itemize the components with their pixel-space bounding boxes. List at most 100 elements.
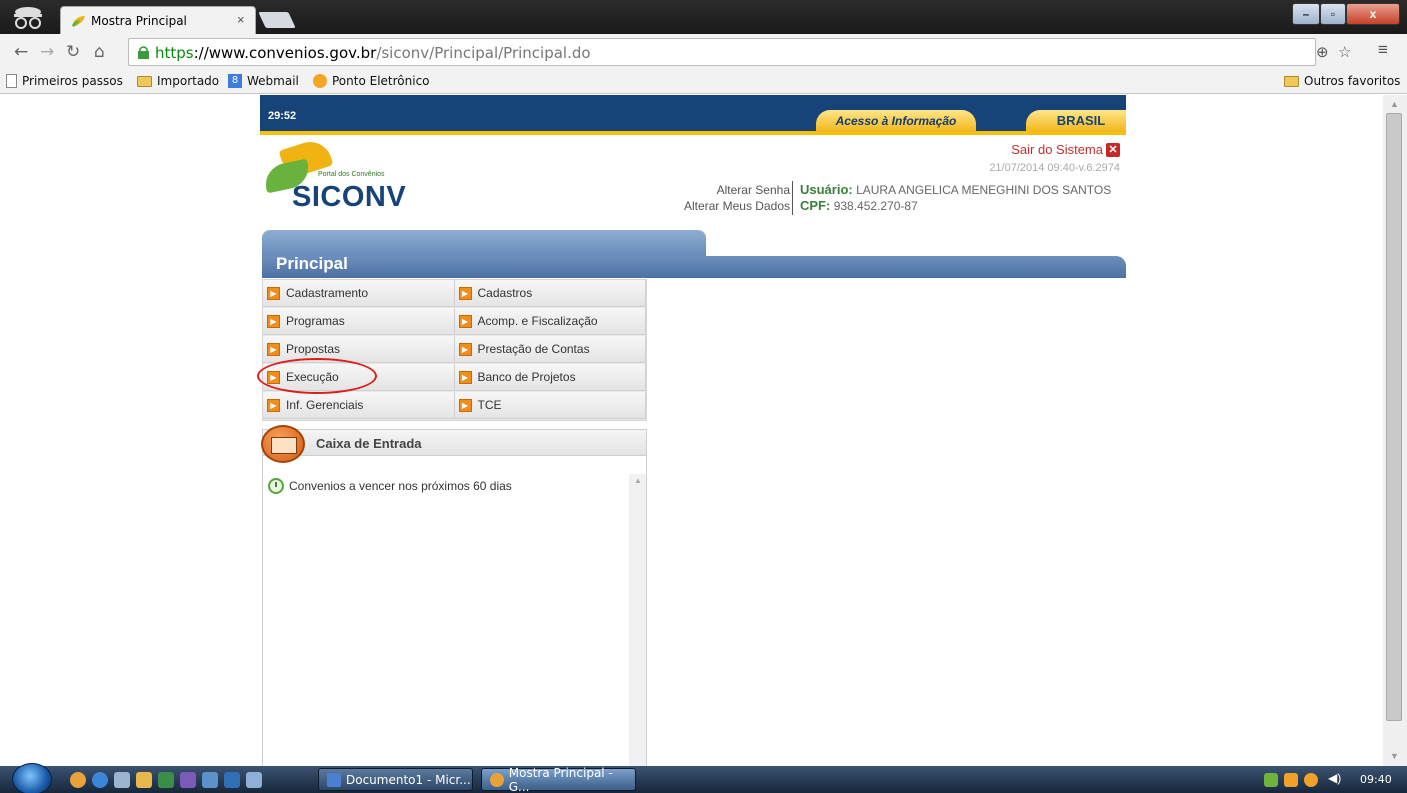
tray-app-icon[interactable] — [1304, 773, 1318, 787]
minimize-button[interactable]: – — [1292, 3, 1320, 25]
menu-item-prestacao-contas[interactable]: ▶ Prestação de Contas — [454, 336, 646, 363]
arrow-right-icon: ▶ — [458, 286, 472, 300]
reload-icon[interactable]: ↻ — [66, 42, 80, 62]
arrow-right-icon: ▶ — [458, 398, 472, 412]
address-bar[interactable]: https://www.convenios.gov.br/siconv/Prin… — [128, 38, 1316, 66]
browser-toolbar: ← → ↻ ⌂ https://www.convenios.gov.br/sic… — [0, 34, 1407, 70]
tab-close-icon[interactable]: × — [237, 12, 245, 27]
arrow-right-icon: ▶ — [458, 370, 472, 384]
folder-icon — [1284, 75, 1299, 87]
scrollbar-thumb[interactable] — [1386, 113, 1402, 721]
arrow-right-icon: ▶ — [267, 398, 280, 412]
close-window-button[interactable]: x — [1346, 3, 1400, 25]
star-icon[interactable]: ☆ — [1338, 43, 1351, 61]
start-button[interactable] — [12, 763, 52, 793]
menu-row: ▶ Cadastramento ▶ Cadastros — [263, 280, 646, 308]
section-bar — [262, 256, 1126, 278]
menu-item-inf-gerenciais[interactable]: ▶ Inf. Gerenciais — [263, 392, 455, 419]
section-title: Principal — [276, 254, 348, 273]
forward-arrow-icon[interactable]: → — [40, 42, 54, 62]
inbox-scrollbar[interactable]: ▲ — [629, 474, 646, 766]
page-scrollbar[interactable]: ▲ ▼ — [1383, 95, 1407, 766]
logout-label: Sair do Sistema — [1011, 142, 1103, 157]
bookmark-ponto-eletronico[interactable]: Ponto Eletrônico — [313, 74, 430, 88]
arrow-right-icon: ▶ — [267, 314, 280, 328]
change-data-link[interactable]: Alterar Meus Dados — [670, 198, 790, 214]
user-name: LAURA ANGELICA MENEGHINI DOS SANTOS — [856, 183, 1112, 197]
taskbar-word-document[interactable]: Documento1 - Micr... — [318, 768, 473, 791]
url-text: https://www.convenios.gov.br/siconv/Prin… — [155, 44, 591, 62]
main-menu: ▶ Cadastramento ▶ Cadastros ▶ Programas ▶ Ac… — [257, 279, 647, 421]
lock-icon — [138, 46, 149, 59]
bookmark-webmail[interactable]: 8 Webmail — [228, 74, 299, 88]
tab-title: Mostra Principal — [91, 14, 187, 28]
arrow-right-icon: ▶ — [267, 342, 280, 356]
bookmark-importado[interactable]: Importado — [137, 74, 219, 88]
arrow-right-icon: ▶ — [267, 286, 280, 300]
version-info: 21/07/2014 09:40-v.6.2974 — [989, 162, 1120, 174]
inbox-header: Caixa de Entrada — [263, 430, 646, 456]
cpf-value: 938.452.270-87 — [833, 199, 918, 213]
excel-icon[interactable] — [158, 772, 174, 788]
envelope-icon — [261, 425, 305, 463]
volume-icon[interactable]: ◀) — [1328, 771, 1344, 787]
network-icon[interactable] — [1264, 773, 1278, 787]
menu-item-cadastramento[interactable]: ▶ Cadastramento — [263, 280, 455, 307]
maximize-button[interactable]: ▫ — [1320, 3, 1346, 25]
folder-icon — [137, 75, 152, 87]
taskbar-clock[interactable]: 09:40 — [1360, 773, 1392, 786]
browser-tab[interactable]: Mostra Principal × — [60, 6, 256, 34]
webmail-icon: 8 — [228, 74, 242, 88]
home-icon[interactable]: ⌂ — [94, 42, 105, 62]
menu-item-programas[interactable]: ▶ Programas — [263, 308, 455, 335]
menu-item-acomp-fiscalizacao[interactable]: ▶ Acomp. e Fiscalização — [454, 308, 646, 335]
close-icon: ✕ — [1106, 142, 1120, 157]
menu-icon[interactable]: ≡ — [1378, 40, 1388, 60]
menu-item-cadastros[interactable]: ▶ Cadastros — [454, 280, 646, 307]
zoom-icon[interactable]: ⊕ — [1316, 43, 1329, 61]
clock-icon — [313, 74, 327, 88]
new-tab-button[interactable] — [258, 12, 296, 28]
user-label: Usuário: — [800, 182, 853, 197]
siconv-logo[interactable]: Portal dos Convênios SICONV — [261, 136, 422, 215]
app-icon[interactable] — [202, 772, 218, 788]
menu-item-tce[interactable]: ▶ TCE — [454, 392, 646, 419]
acesso-informacao-link[interactable]: Acesso à Informação — [816, 110, 976, 132]
inbox-panel: Caixa de Entrada ▲ Convenios a vencer no… — [261, 425, 647, 766]
logo-name: SICONV — [292, 181, 407, 213]
folder-icon[interactable] — [136, 772, 152, 788]
menu-item-banco-projetos[interactable]: ▶ Banco de Projetos — [454, 364, 646, 391]
scroll-up-icon[interactable]: ▲ — [1390, 99, 1399, 109]
desktop-icon[interactable] — [246, 772, 262, 788]
scroll-down-icon[interactable]: ▼ — [1390, 751, 1399, 761]
tray-app-icon[interactable] — [1284, 773, 1298, 787]
user-separator — [792, 181, 793, 215]
bookmark-outros-favoritos[interactable]: Outros favoritos — [1284, 74, 1400, 88]
change-password-link[interactable]: Alterar Senha — [670, 182, 790, 198]
scroll-up-icon[interactable]: ▲ — [634, 476, 642, 485]
logout-link[interactable]: Sair do Sistema ✕ — [1011, 142, 1120, 157]
arrow-right-icon: ▶ — [458, 314, 472, 328]
user-info: Usuário: LAURA ANGELICA MENEGHINI DOS SA… — [800, 182, 1111, 214]
taskbar-chrome-window[interactable]: Mostra Principal - G... — [481, 766, 636, 793]
bookmark-primeiros-passos[interactable]: Primeiros passos — [6, 74, 123, 88]
page-viewport: 29:52 Acesso à Informação BRASIL Portal … — [0, 95, 1383, 766]
inbox-item-label: Convenios a vencer nos próximos 60 dias — [289, 479, 512, 493]
back-arrow-icon[interactable]: ← — [14, 42, 28, 62]
ie-icon[interactable] — [92, 772, 108, 788]
logo-caption: Portal dos Convênios — [318, 171, 385, 178]
incognito-icon — [14, 7, 42, 29]
recycle-icon[interactable] — [114, 772, 130, 788]
session-timer: 29:52 — [268, 110, 297, 122]
brasil-link[interactable]: BRASIL — [1026, 110, 1126, 132]
user-links: Alterar Senha Alterar Meus Dados — [670, 182, 790, 214]
chrome-icon — [490, 772, 504, 787]
outlook-icon[interactable] — [224, 772, 240, 788]
cpf-label: CPF: — [800, 198, 831, 213]
inbox-item[interactable]: Convenios a vencer nos próximos 60 dias — [268, 478, 512, 494]
taskbar: Documento1 - Micr... Mostra Principal - … — [0, 763, 1407, 793]
menu-row: ▶ Programas ▶ Acomp. e Fiscalização — [263, 308, 646, 336]
app-icon[interactable] — [180, 772, 196, 788]
chrome-icon[interactable] — [70, 772, 86, 788]
gov-top-bar: 29:52 Acesso à Informação BRASIL — [260, 95, 1126, 135]
